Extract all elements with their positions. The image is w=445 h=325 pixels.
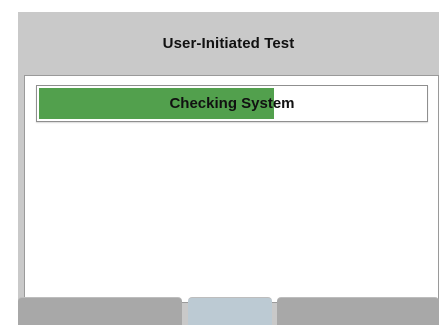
softkey-right[interactable]	[277, 297, 439, 325]
content-panel: Checking System	[24, 75, 439, 303]
page-title: User-Initiated Test	[162, 34, 295, 52]
progress-bar: Checking System	[36, 85, 428, 122]
softkey-middle[interactable]	[188, 297, 272, 325]
device-screen: User-Initiated Test Checking System	[18, 12, 439, 325]
softkey-left[interactable]	[18, 297, 182, 325]
progress-label: Checking System	[169, 95, 295, 112]
title-bar: User-Initiated Test	[18, 12, 439, 74]
softkey-row	[18, 297, 439, 325]
